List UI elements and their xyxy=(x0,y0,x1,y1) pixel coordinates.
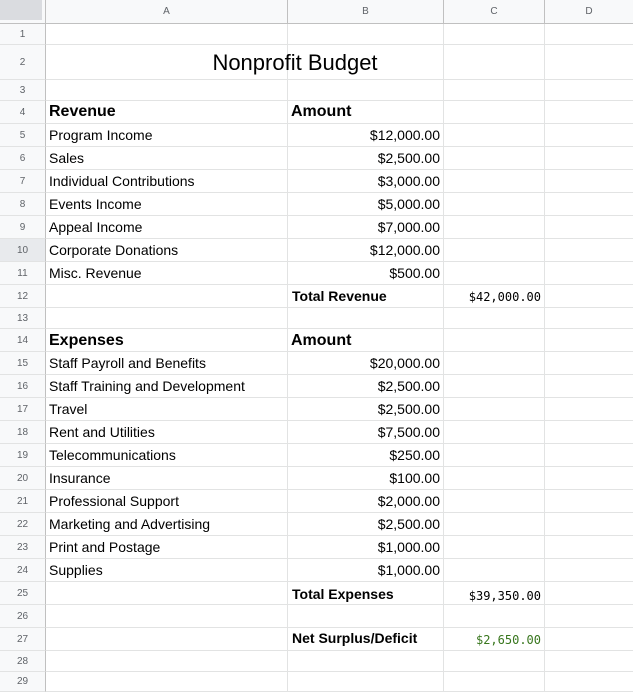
expense-item-label: Insurance xyxy=(49,470,111,486)
row-header[interactable]: 3 xyxy=(0,80,46,101)
revenue-amount-header: Amount xyxy=(291,103,352,120)
expense-item-amount: $100.00 xyxy=(389,470,440,486)
revenue-item-amount: $500.00 xyxy=(389,265,440,281)
revenue-item-label: Events Income xyxy=(49,196,142,212)
select-all-corner[interactable] xyxy=(0,0,46,24)
expense-item-label: Professional Support xyxy=(49,493,179,509)
total-expenses-label: Total Expenses xyxy=(292,586,394,602)
expense-item-label: Staff Training and Development xyxy=(49,378,245,394)
row-header[interactable]: 1 xyxy=(0,24,46,45)
row-header[interactable]: 19 xyxy=(0,444,46,467)
revenue-item-label: Program Income xyxy=(49,127,153,143)
row-header[interactable]: 4 xyxy=(0,101,46,124)
expense-item-label: Telecommunications xyxy=(49,447,176,463)
expense-item-amount: $7,500.00 xyxy=(377,424,440,440)
row-header[interactable]: 20 xyxy=(0,467,46,490)
row-header[interactable]: 6 xyxy=(0,147,46,170)
row-header[interactable]: 5 xyxy=(0,124,46,147)
expenses-header: Expenses xyxy=(49,332,124,349)
expense-item-label: Print and Postage xyxy=(49,539,161,555)
row-header[interactable]: 13 xyxy=(0,308,46,329)
row-header[interactable]: 12 xyxy=(0,285,46,308)
expense-item-label: Marketing and Advertising xyxy=(49,516,211,532)
revenue-item-label: Individual Contributions xyxy=(49,173,195,189)
expense-item-amount: $20,000.00 xyxy=(369,355,440,371)
revenue-item-label: Misc. Revenue xyxy=(49,265,142,281)
row-header[interactable]: 11 xyxy=(0,262,46,285)
row-header[interactable]: 26 xyxy=(0,605,46,628)
expense-item-label: Travel xyxy=(49,401,88,417)
row-header[interactable]: 24 xyxy=(0,559,46,582)
row-header[interactable]: 27 xyxy=(0,628,46,651)
revenue-item-amount: $5,000.00 xyxy=(377,196,440,212)
expense-item-label: Supplies xyxy=(49,562,103,578)
net-surplus-value: $2,650.00 xyxy=(475,633,541,647)
row-header[interactable]: 17 xyxy=(0,398,46,421)
row-header[interactable]: 25 xyxy=(0,582,46,605)
revenue-item-amount: $7,000.00 xyxy=(377,219,440,235)
column-header-b[interactable]: B xyxy=(288,0,444,24)
spreadsheet-grid[interactable]: Nonprofit Budget Revenue Amount Program … xyxy=(46,24,633,692)
row-header[interactable]: 14 xyxy=(0,329,46,352)
row-header[interactable]: 23 xyxy=(0,536,46,559)
revenue-item-amount: $12,000.00 xyxy=(369,242,440,258)
row-header[interactable]: 15 xyxy=(0,352,46,375)
column-header-a[interactable]: A xyxy=(46,0,288,24)
expense-item-amount: $2,000.00 xyxy=(377,493,440,509)
total-revenue-label: Total Revenue xyxy=(292,288,387,304)
row-header[interactable]: 7 xyxy=(0,170,46,193)
row-header[interactable]: 9 xyxy=(0,216,46,239)
expense-item-label: Rent and Utilities xyxy=(49,424,155,440)
row-header[interactable]: 18 xyxy=(0,421,46,444)
expense-item-amount: $250.00 xyxy=(389,447,440,463)
column-header-c[interactable]: C xyxy=(444,0,545,24)
expense-item-amount: $2,500.00 xyxy=(377,516,440,532)
expense-item-amount: $1,000.00 xyxy=(377,539,440,555)
revenue-item-label: Appeal Income xyxy=(49,219,143,235)
total-revenue-value: $42,000.00 xyxy=(468,290,541,304)
page-title: Nonprofit Budget xyxy=(212,50,378,75)
expense-item-amount: $2,500.00 xyxy=(377,401,440,417)
row-header[interactable]: 2 xyxy=(0,45,46,80)
revenue-item-amount: $12,000.00 xyxy=(369,127,440,143)
total-expenses-value: $39,350.00 xyxy=(468,589,541,603)
expenses-amount-header: Amount xyxy=(291,332,352,349)
row-header[interactable]: 28 xyxy=(0,651,46,672)
revenue-header: Revenue xyxy=(49,103,116,120)
row-header[interactable]: 29 xyxy=(0,672,46,692)
revenue-item-amount: $2,500.00 xyxy=(377,150,440,166)
revenue-item-amount: $3,000.00 xyxy=(377,173,440,189)
row-header[interactable]: 8 xyxy=(0,193,46,216)
expense-item-label: Staff Payroll and Benefits xyxy=(49,355,206,371)
column-header-d[interactable]: D xyxy=(545,0,633,24)
row-header[interactable]: 22 xyxy=(0,513,46,536)
row-header[interactable]: 21 xyxy=(0,490,46,513)
row-header[interactable]: 16 xyxy=(0,375,46,398)
expense-item-amount: $2,500.00 xyxy=(377,378,440,394)
revenue-item-label: Corporate Donations xyxy=(49,242,179,258)
net-surplus-label: Net Surplus/Deficit xyxy=(292,630,418,646)
row-header[interactable]: 10 xyxy=(0,239,46,262)
expense-item-amount: $1,000.00 xyxy=(377,562,440,578)
revenue-item-label: Sales xyxy=(49,150,85,166)
